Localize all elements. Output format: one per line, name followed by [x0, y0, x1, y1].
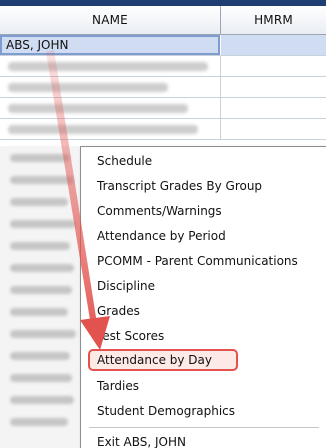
column-header-name[interactable]: NAME [0, 6, 221, 34]
blurred-name [8, 104, 188, 113]
menu-item-attendance-by-period[interactable]: Attendance by Period [81, 224, 326, 248]
menu-item-label: Grades [97, 304, 140, 318]
blurred-name [10, 374, 72, 382]
menu-item-label: PCOMM - Parent Communications [97, 254, 298, 268]
name-cell[interactable] [0, 98, 221, 118]
blurred-name [10, 198, 68, 206]
grid-header: NAME HMRM [0, 6, 326, 35]
menu-item-label: Attendance by Day [97, 353, 212, 367]
menu-item-attendance-by-day[interactable]: Attendance by Day [81, 348, 326, 372]
blurred-name [10, 176, 74, 184]
menu-item-comments-warnings[interactable]: Comments/Warnings [81, 199, 326, 223]
menu-item-label: Student Demographics [97, 404, 236, 418]
blurred-name [8, 83, 168, 92]
student-name: ABS, JOHN [6, 38, 69, 52]
table-row[interactable] [0, 119, 326, 140]
blurred-name [10, 286, 72, 294]
menu-item-transcript-grades[interactable]: Transcript Grades By Group [81, 174, 326, 198]
blurred-name [10, 308, 68, 316]
table-row[interactable] [0, 77, 326, 98]
menu-item-exit[interactable]: Exit ABS, JOHN [81, 430, 326, 448]
blurred-name [10, 330, 76, 338]
menu-item-label: Comments/Warnings [97, 204, 222, 218]
context-menu: Schedule Transcript Grades By Group Comm… [80, 146, 326, 448]
blurred-name [10, 264, 74, 272]
blurred-name [10, 352, 70, 360]
menu-item-schedule[interactable]: Schedule [81, 149, 326, 173]
name-cell[interactable]: ABS, JOHN [0, 35, 220, 55]
hmrm-cell[interactable] [221, 77, 326, 97]
menu-item-test-scores[interactable]: Test Scores [81, 324, 326, 348]
column-header-hmrm[interactable]: HMRM [221, 6, 326, 34]
name-cell[interactable] [0, 56, 221, 76]
table-row[interactable] [0, 56, 326, 77]
menu-item-grades[interactable]: Grades [81, 299, 326, 323]
blurred-name [10, 220, 76, 228]
menu-item-tardies[interactable]: Tardies [81, 374, 326, 398]
table-row[interactable] [0, 98, 326, 119]
menu-item-pcomm[interactable]: PCOMM - Parent Communications [81, 249, 326, 273]
blurred-name [8, 62, 208, 71]
menu-item-label: Transcript Grades By Group [97, 179, 263, 193]
blurred-name [10, 154, 70, 162]
blurred-name [10, 418, 68, 426]
hmrm-cell[interactable] [221, 119, 326, 139]
name-cell[interactable] [0, 119, 221, 139]
menu-item-label: Exit ABS, JOHN [97, 435, 186, 448]
menu-item-label: Schedule [97, 154, 153, 168]
menu-item-label: Test Scores [97, 329, 165, 343]
menu-item-student-demographics[interactable]: Student Demographics [81, 399, 326, 423]
name-cell[interactable] [0, 77, 221, 97]
menu-item-label: Attendance by Period [97, 229, 226, 243]
table-row-selected[interactable]: ABS, JOHN [0, 35, 326, 56]
hmrm-cell[interactable] [221, 98, 326, 118]
blurred-name-column [0, 146, 88, 448]
hmrm-cell[interactable] [221, 35, 326, 55]
blurred-name [8, 125, 198, 134]
menu-item-label: Discipline [97, 279, 156, 293]
blurred-name [10, 242, 70, 250]
menu-item-discipline[interactable]: Discipline [81, 274, 326, 298]
hmrm-cell[interactable] [221, 56, 326, 76]
blurred-name [10, 396, 74, 404]
menu-separator [89, 427, 319, 428]
student-roster-window: NAME HMRM ABS, JOHN Schedule Transcript … [0, 0, 326, 448]
menu-item-label: Tardies [97, 379, 140, 393]
